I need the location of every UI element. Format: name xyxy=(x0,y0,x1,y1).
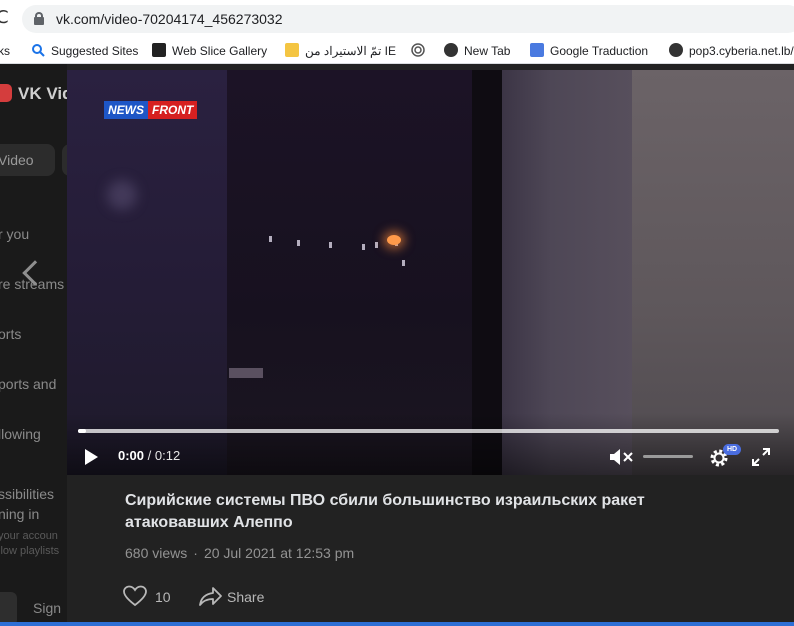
video-frame[interactable]: NEWS FRONT 0:00 / 0:12 HD xyxy=(67,70,794,475)
bookmark-google-traduction[interactable]: Google Traduction xyxy=(530,43,648,59)
video-info-panel: Сирийские системы ПВО сбили большинство … xyxy=(67,475,794,626)
time-display: 0:00 / 0:12 xyxy=(118,448,181,463)
sign-in-button[interactable] xyxy=(0,592,17,626)
search-icon xyxy=(31,43,45,57)
sidebar-item-sports[interactable]: ports and xyxy=(0,376,56,392)
volume-slider[interactable] xyxy=(643,455,693,458)
duration: 0:12 xyxy=(154,448,181,463)
url-field[interactable]: vk.com/video-70204174_456273032 xyxy=(22,5,794,33)
bookmark-web-slice-gallery[interactable]: Web Slice Gallery xyxy=(152,43,267,59)
bookmark-target[interactable] xyxy=(411,43,431,59)
bookmarks-bar: ks Suggested Sites Web Slice Gallery تمّ… xyxy=(0,38,794,64)
sidebar-possibilities-heading: ssibilities xyxy=(0,486,55,502)
sidebar: VK Vid Video r you re streams orts ports… xyxy=(0,64,74,626)
play-icon[interactable] xyxy=(85,449,98,465)
url-text[interactable]: vk.com/video-70204174_456273032 xyxy=(56,11,283,27)
upload-date: 20 Jul 2021 at 12:53 pm xyxy=(203,545,355,561)
sidebar-item-for-you[interactable]: r you xyxy=(0,226,29,242)
sign-in-label[interactable]: Sign xyxy=(33,600,61,616)
video-modal: NEWS FRONT 0:00 / 0:12 HD Сирийские сист… xyxy=(67,64,794,626)
news-front-logo: NEWS FRONT xyxy=(104,101,198,119)
vk-video-logo-icon[interactable] xyxy=(0,84,12,102)
globe-icon xyxy=(444,43,458,57)
sidebar-item-following[interactable]: llowing xyxy=(0,426,41,442)
current-time: 0:00 xyxy=(118,448,145,463)
view-count: 680 views xyxy=(125,545,188,561)
share-label: Share xyxy=(227,589,265,605)
sidebar-item-shorts[interactable]: orts xyxy=(0,326,21,342)
meta-separator: · xyxy=(193,545,198,561)
translate-icon xyxy=(530,43,544,57)
video-meta: 680 views · 20 Jul 2021 at 12:53 pm xyxy=(125,545,354,561)
hd-badge: HD xyxy=(723,444,741,455)
bookmark-suggested-sites[interactable]: Suggested Sites xyxy=(31,43,138,59)
share-arrow-icon xyxy=(199,585,223,607)
bookmark-new-tab[interactable]: New Tab xyxy=(444,43,510,59)
progress-bar[interactable] xyxy=(78,429,779,433)
bookmark-pop3-cyberia[interactable]: pop3.cyberia.net.lb/ xyxy=(669,43,794,59)
bookmark-item[interactable]: ks xyxy=(0,43,10,59)
web-slice-icon xyxy=(152,43,166,57)
bookmark-ie-import-folder[interactable]: تمّ الاستيراد من IE xyxy=(285,43,396,59)
video-tab[interactable]: Video xyxy=(0,144,55,176)
circle-target-icon xyxy=(411,43,425,57)
site-title[interactable]: VK Vid xyxy=(18,84,72,104)
sidebar-sign-in-heading: ning in xyxy=(0,506,40,522)
sidebar-subtext: llow playlists xyxy=(0,545,60,557)
video-title: Сирийские системы ПВО сбили большинство … xyxy=(125,492,645,531)
lock-icon[interactable] xyxy=(34,12,44,25)
heart-icon xyxy=(123,585,147,607)
progress-fill xyxy=(78,429,87,433)
browser-address-bar: C vk.com/video-70204174_456273032 xyxy=(0,0,794,38)
player-controls: 0:00 / 0:12 HD xyxy=(67,413,794,475)
sidebar-subtext: your accoun xyxy=(0,530,58,542)
vk-page: VK Vid Video r you re streams orts ports… xyxy=(0,64,794,626)
bottom-accent-bar xyxy=(0,622,794,626)
reload-icon[interactable]: C xyxy=(0,8,16,28)
globe-icon xyxy=(669,43,683,57)
folder-icon xyxy=(285,43,299,57)
like-count: 10 xyxy=(155,589,171,605)
fullscreen-icon[interactable] xyxy=(752,448,770,466)
mute-icon[interactable] xyxy=(608,447,636,467)
